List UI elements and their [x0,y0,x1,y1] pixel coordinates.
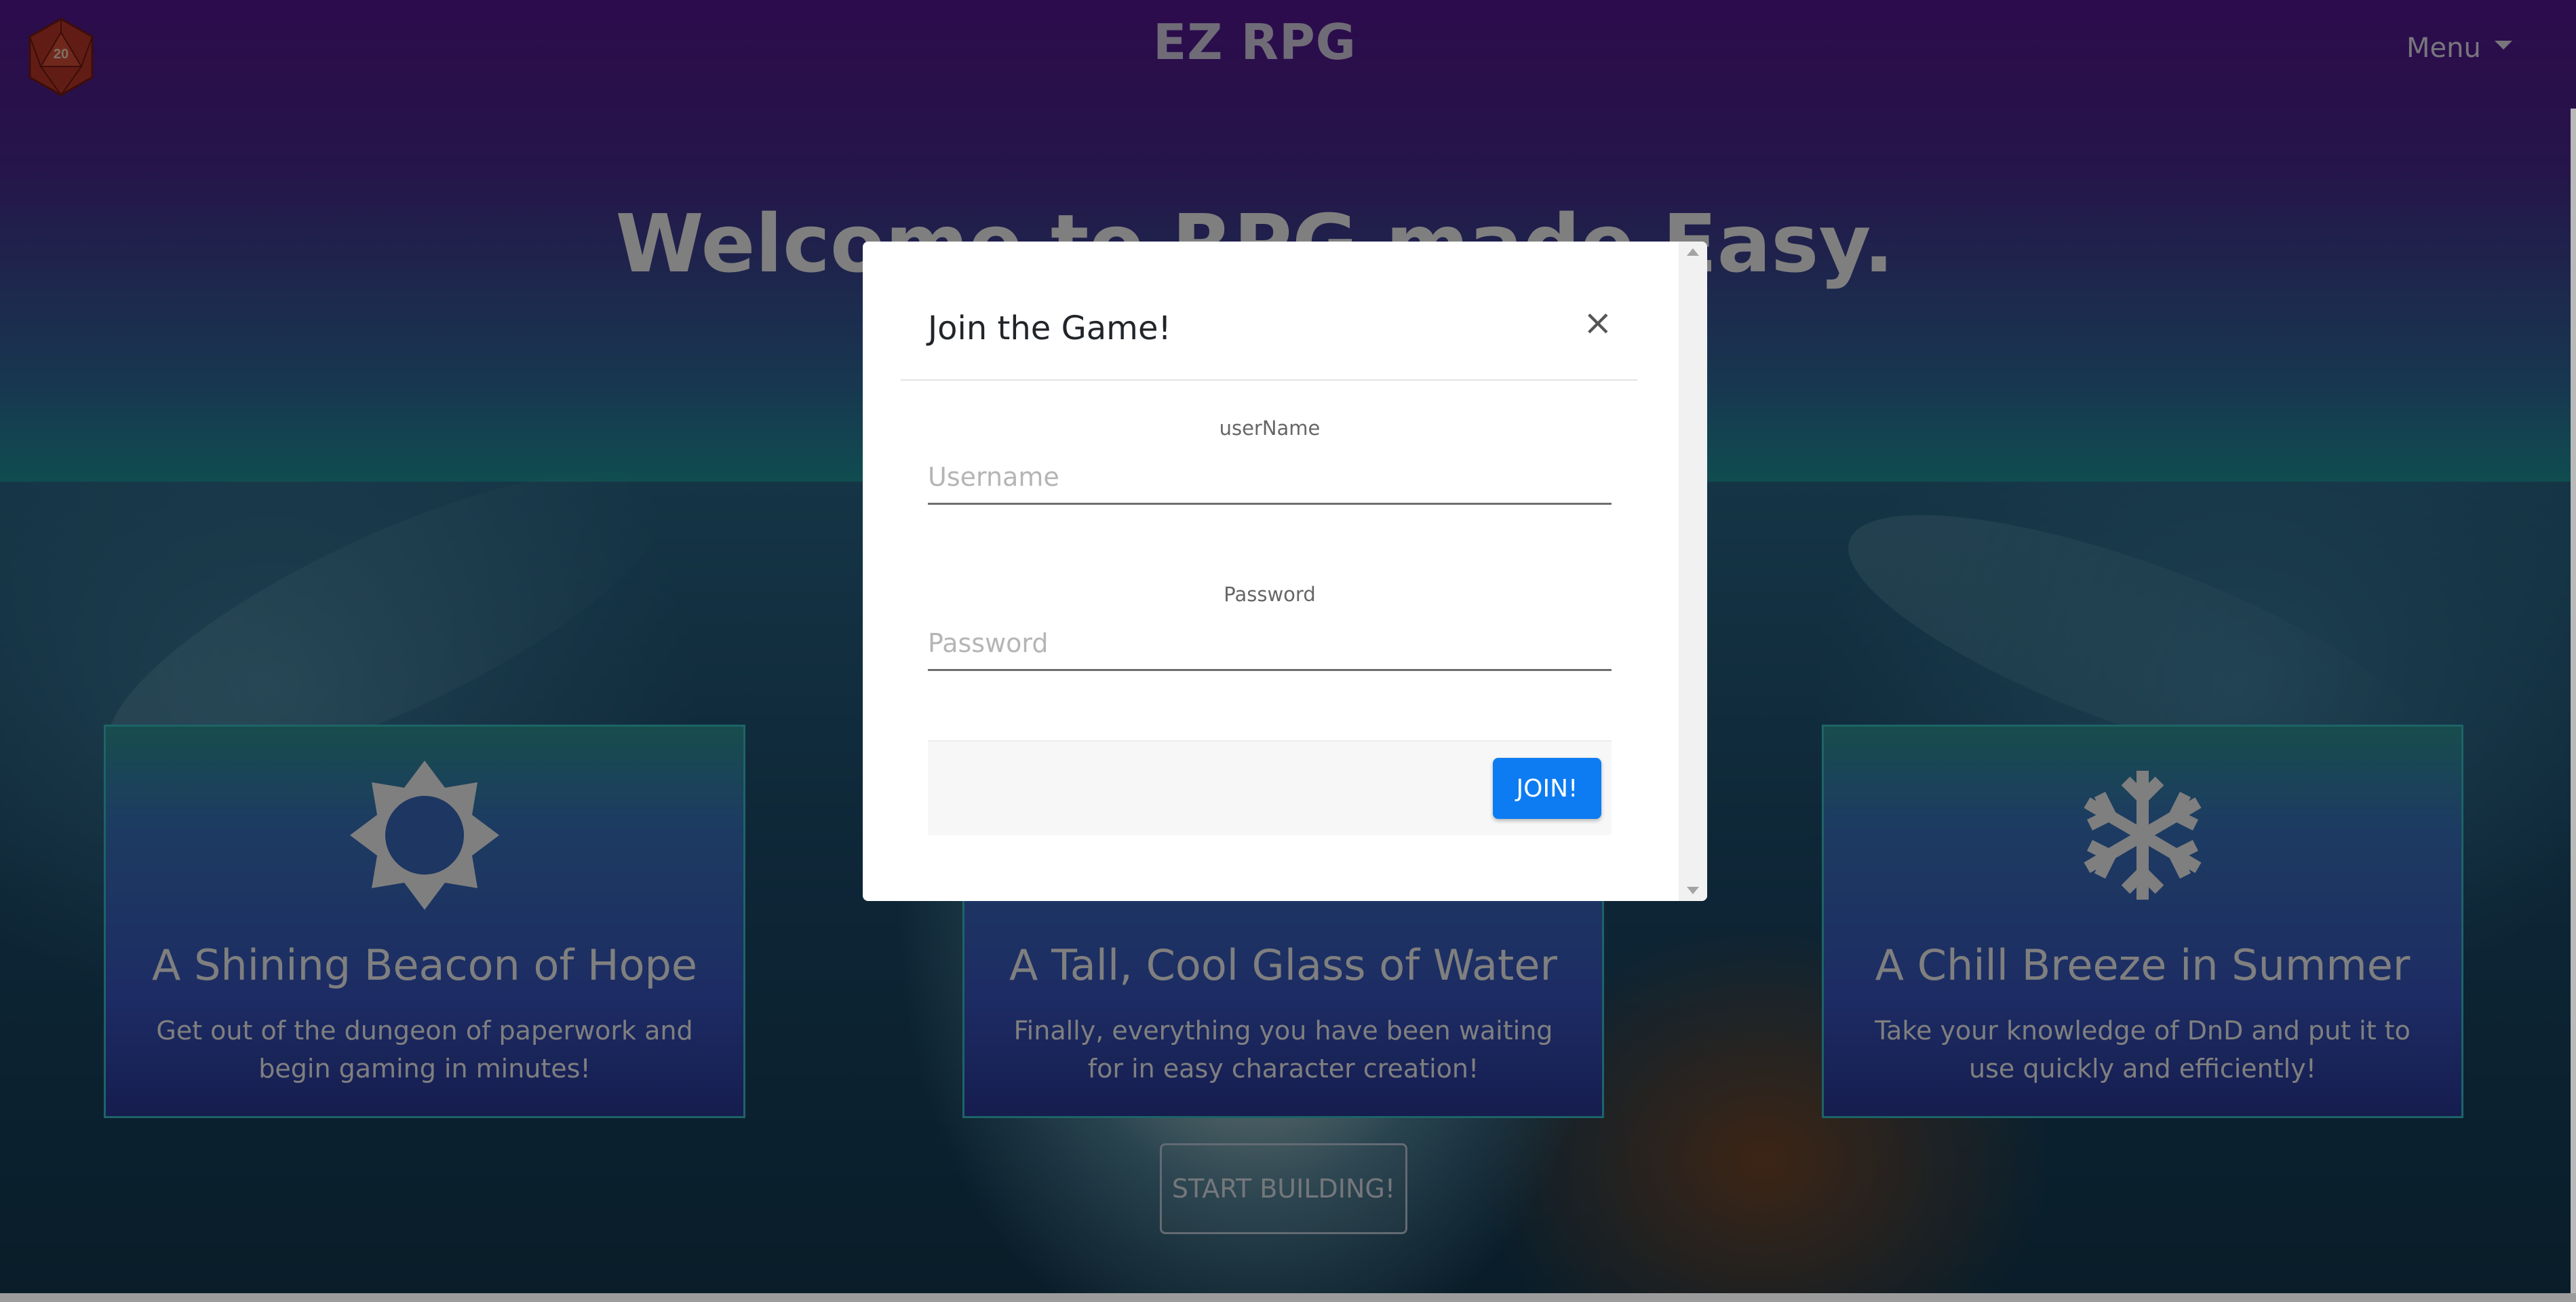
password-label: Password [1224,583,1316,606]
modal-title: Join the Game! [928,309,1171,347]
page-scrollbar[interactable] [2571,109,2576,1296]
scroll-up-icon[interactable] [1687,248,1699,256]
page: 20 EZ RPG Menu Welcome to RPG made Easy.… [0,0,2576,1302]
modal-footer: JOIN! [928,740,1612,835]
close-icon[interactable]: × [1583,305,1613,341]
join-button[interactable]: JOIN! [1493,758,1601,819]
username-label: userName [1219,417,1321,440]
password-input[interactable] [928,617,1612,671]
username-input[interactable] [928,451,1612,505]
modal-divider [901,379,1637,381]
scroll-down-icon[interactable] [1687,887,1699,894]
join-game-modal: Join the Game! × userName Password JOIN! [863,242,1707,901]
modal-scrollbar[interactable] [1679,242,1707,901]
horizontal-scrollbar[interactable] [0,1293,2576,1302]
